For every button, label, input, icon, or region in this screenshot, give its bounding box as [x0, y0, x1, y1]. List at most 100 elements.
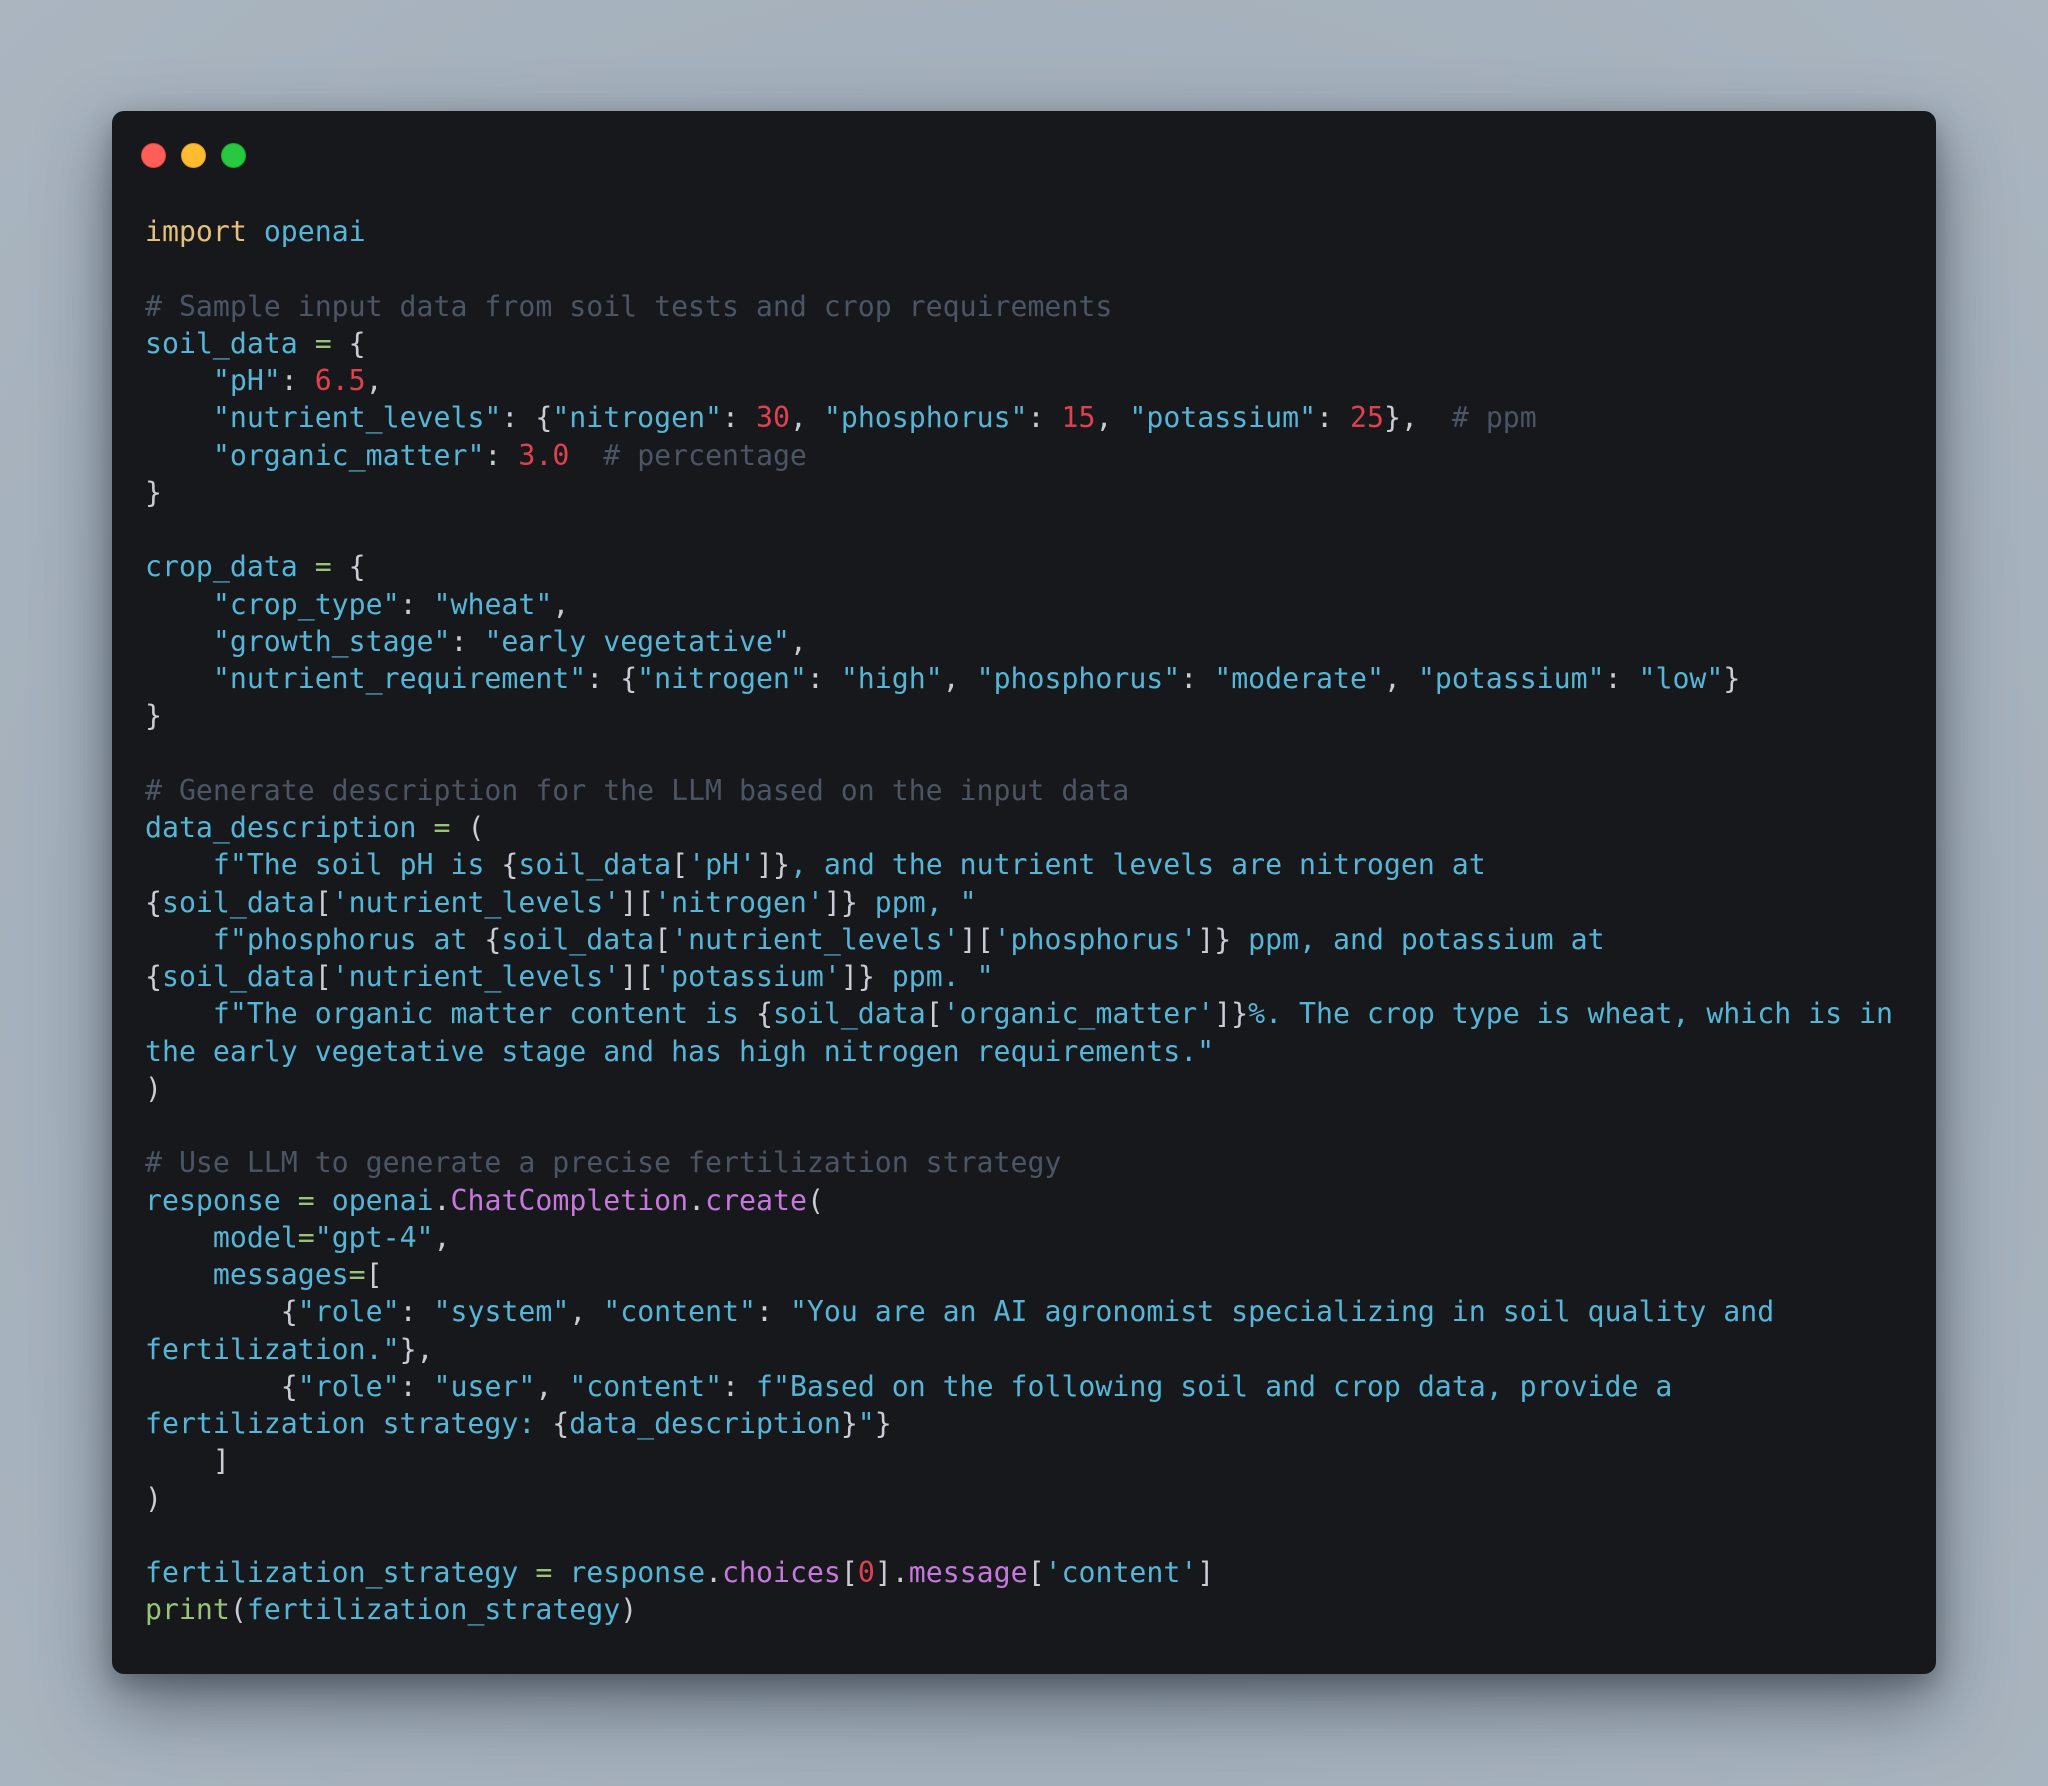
punctuation-token	[145, 1258, 213, 1291]
code-line: f"The soil pH is {soil_data['pH']}, and …	[145, 846, 1915, 883]
code-line: )	[145, 1480, 1915, 1517]
string-token: f"The soil pH is	[212, 848, 502, 882]
string-token: 'nitrogen'	[654, 885, 824, 919]
code-line: ​	[145, 250, 1915, 287]
string-token: "low"	[1638, 662, 1724, 695]
code-line: fertilization strategy: {data_descriptio…	[145, 1405, 1915, 1442]
punctuation-token	[417, 811, 434, 844]
close-button[interactable]	[141, 143, 166, 168]
identifier-token: model	[212, 1220, 298, 1254]
punctuation-token: ,	[569, 1295, 604, 1329]
operator-token: =	[297, 1183, 315, 1217]
punctuation-token	[247, 215, 264, 248]
punctuation-token: :	[399, 1369, 434, 1403]
punctuation-token: {	[552, 1407, 570, 1440]
punctuation-token: },	[1383, 401, 1452, 435]
code-line: {soil_data['nutrient_levels']['nitrogen'…	[145, 884, 1915, 921]
punctuation-token: ]}	[823, 885, 858, 919]
punctuation-token: ,	[1095, 401, 1130, 435]
punctuation-token: .	[705, 1556, 723, 1589]
punctuation-token: ,	[535, 1369, 570, 1403]
punctuation-token: :	[722, 401, 756, 435]
string-token: "nutrient_levels"	[212, 401, 502, 435]
punctuation-token: :	[399, 587, 434, 621]
identifier-token: soil_data	[161, 885, 315, 919]
punctuation-token: :	[755, 1295, 790, 1329]
punctuation-token: :	[806, 662, 841, 695]
string-token: "crop_type"	[212, 587, 400, 621]
punctuation-token: ]}	[1214, 997, 1249, 1031]
string-token: "organic_matter"	[212, 438, 485, 472]
punctuation-token: :	[280, 364, 315, 397]
punctuation-token: {	[755, 997, 773, 1031]
string-token: fertilization."	[145, 1332, 400, 1366]
string-token: 'nutrient_levels'	[331, 960, 621, 993]
code-line: model="gpt-4",	[145, 1219, 1915, 1256]
operator-token: =	[314, 550, 332, 584]
string-token: "pH"	[212, 364, 281, 397]
identifier-token: openai	[263, 215, 366, 248]
punctuation-token: [	[314, 885, 332, 919]
identifier-token: crop_data	[145, 550, 298, 584]
code-line: f"phosphorus at {soil_data['nutrient_lev…	[145, 921, 1915, 958]
code-line: "nutrient_levels": {"nitrogen": 30, "pho…	[145, 399, 1915, 436]
punctuation-token: [	[840, 1556, 858, 1589]
maximize-button[interactable]	[221, 143, 246, 168]
code-line: "nutrient_requirement": {"nitrogen": "hi…	[145, 660, 1915, 697]
identifier-token: soil_data	[518, 848, 672, 882]
identifier-token: fertilization_strategy	[246, 1593, 621, 1627]
attribute-token: choices	[722, 1556, 841, 1589]
identifier-token: openai	[331, 1183, 434, 1217]
punctuation-token	[145, 848, 213, 881]
code-window: import openai​# Sample input data from s…	[112, 111, 1936, 1674]
string-token: "potassium"	[1129, 401, 1317, 435]
punctuation-token: )	[620, 1593, 638, 1627]
operator-token: =	[314, 326, 332, 360]
punctuation-token: )	[145, 1071, 162, 1105]
code-line: }	[145, 697, 1915, 734]
code-line: print(fertilization_strategy)	[145, 1591, 1915, 1628]
punctuation-token: :	[399, 1295, 434, 1329]
minimize-button[interactable]	[181, 143, 206, 168]
punctuation-token: (	[806, 1183, 824, 1217]
code-line: {"role": "system", "content": "You are a…	[145, 1293, 1915, 1330]
punctuation-token	[552, 1556, 569, 1589]
identifier-token: data_description	[145, 811, 417, 844]
punctuation-token	[145, 923, 213, 956]
punctuation-token	[145, 588, 213, 621]
punctuation-token: }	[145, 699, 162, 733]
code-line: soil_data = {	[145, 325, 1915, 362]
punctuation-token	[145, 439, 213, 472]
punctuation-token: :	[1316, 401, 1351, 435]
identifier-token: messages	[212, 1258, 349, 1291]
punctuation-token: ]	[1197, 1556, 1215, 1589]
code-line: crop_data = {	[145, 548, 1915, 585]
string-token: f"Based on the following soil and crop d…	[756, 1369, 1690, 1403]
number-token: 25	[1350, 401, 1384, 435]
punctuation-token: [	[1027, 1556, 1045, 1589]
code-line: f"The organic matter content is {soil_da…	[145, 995, 1915, 1032]
punctuation-token: {	[145, 885, 162, 919]
punctuation-token: ]}	[1197, 922, 1232, 956]
attribute-token: message	[908, 1556, 1028, 1589]
string-token: fertilization strategy:	[145, 1407, 553, 1440]
punctuation-token: ,	[789, 401, 824, 435]
punctuation-token: ][	[620, 885, 655, 919]
code-line: # Generate description for the LLM based…	[145, 772, 1915, 809]
comment-token: # ppm	[1451, 401, 1537, 435]
string-token: ppm. "	[874, 960, 994, 993]
string-token: 'potassium'	[654, 960, 841, 993]
code-line: "pH": 6.5,	[145, 362, 1915, 399]
string-token: 'nutrient_levels'	[331, 885, 621, 919]
punctuation-token	[298, 550, 315, 583]
string-token: ppm, "	[857, 885, 977, 919]
code-line: "organic_matter": 3.0 # percentage	[145, 437, 1915, 474]
punctuation-token: (	[229, 1593, 247, 1627]
punctuation-token	[518, 1556, 535, 1589]
punctuation-token: ,	[1383, 662, 1418, 695]
number-token: 0	[857, 1556, 875, 1589]
code-line: fertilization."},	[145, 1331, 1915, 1368]
string-token: "phosphorus"	[823, 401, 1028, 435]
string-token: "content"	[569, 1369, 723, 1403]
operator-token: =	[348, 1258, 366, 1291]
